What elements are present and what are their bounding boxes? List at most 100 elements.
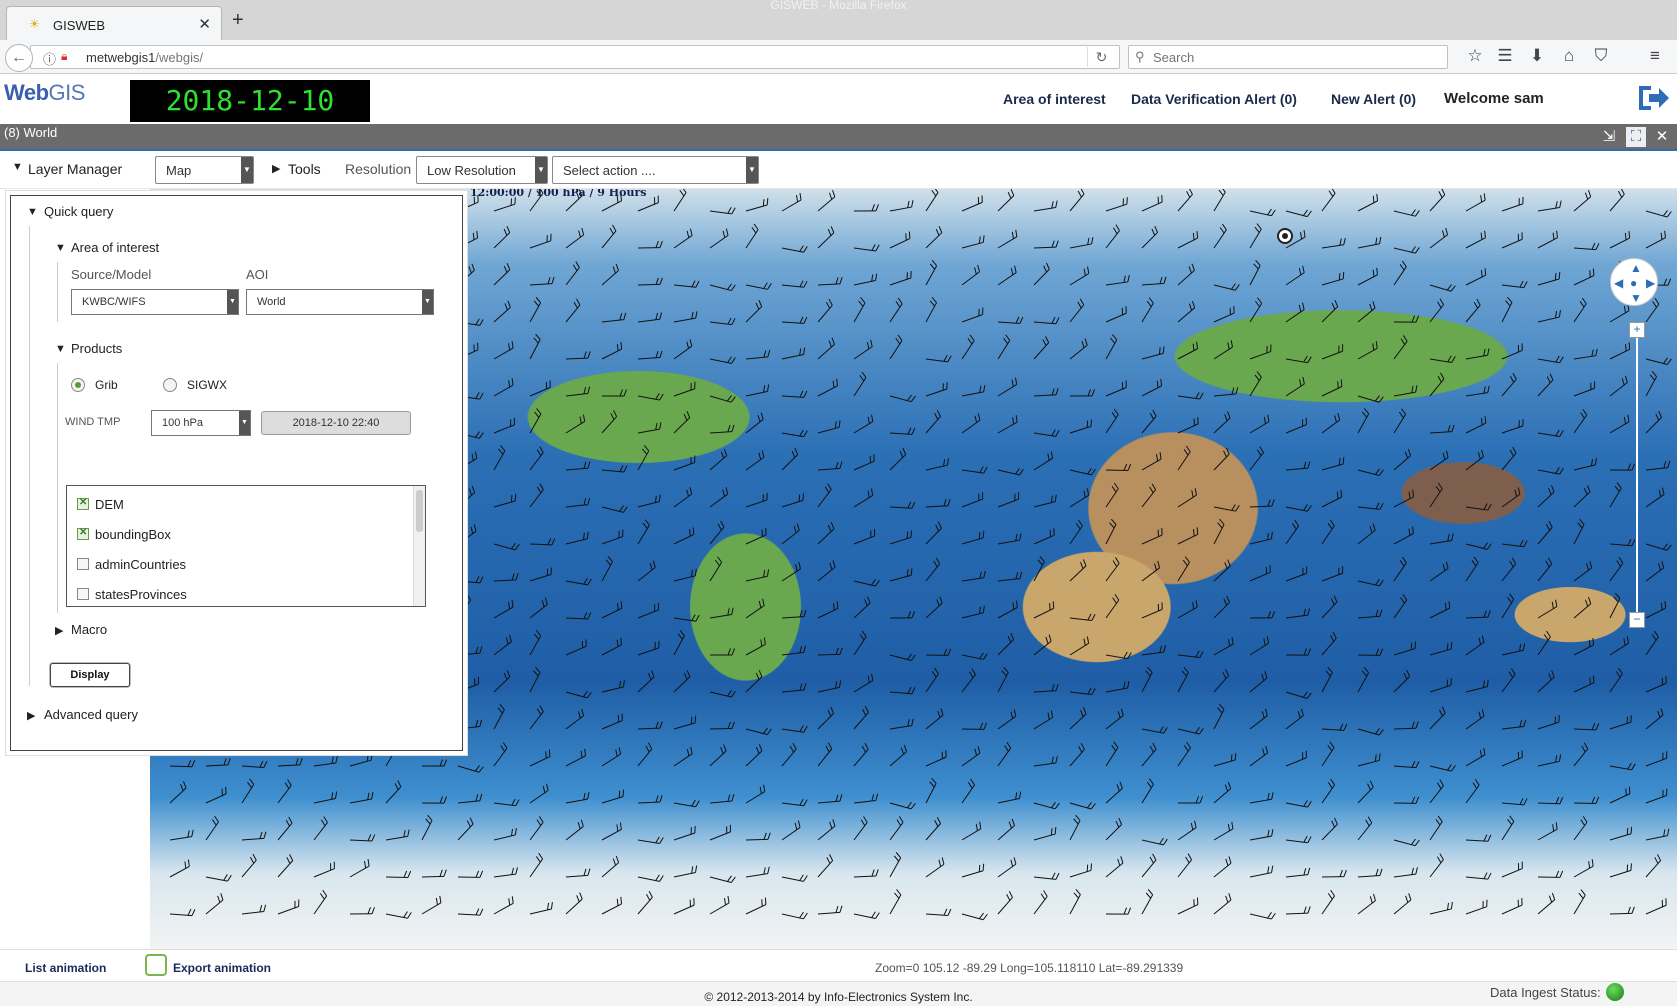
back-button[interactable]: ← [5,44,33,72]
collapse-triangle-icon[interactable]: ▼ [12,161,23,173]
wind-barb [1393,893,1412,915]
wind-barb [1393,796,1420,804]
url-bar[interactable]: ⓘ 🔒︎ metwebgis1/webgis/ ↻ [30,45,1120,69]
list-animation-link[interactable]: List animation [25,961,106,975]
pan-right-icon[interactable]: ▶ [1646,276,1655,290]
layer-checkbox[interactable] [77,588,89,600]
wind-barb [673,189,687,212]
zoom-in-icon[interactable]: + [1629,322,1645,338]
wind-barb [781,911,808,920]
reload-icon[interactable]: ↻ [1087,47,1115,67]
reading-list-icon[interactable]: ☰ [1494,46,1516,66]
display-button[interactable]: Display [50,663,130,687]
layer-checkbox[interactable] [77,497,89,510]
close-tab-icon[interactable]: ✕ [198,15,211,33]
wind-barb [1249,636,1270,656]
expand-triangle-icon[interactable]: ▶ [27,709,35,722]
nav-new-alert[interactable]: New Alert (0) [1331,91,1416,107]
resolution-label: Resolution [345,161,412,177]
resolution-select[interactable]: Low Resolution ▼ [416,156,548,184]
browser-tab[interactable]: ☀ GISWEB ✕ [6,6,222,42]
area-of-interest-header[interactable]: Area of interest [71,240,159,255]
map-type-select[interactable]: Map ▼ [155,156,254,184]
wind-barb [1321,869,1347,878]
minimize-window-icon[interactable]: ⇲ [1599,127,1619,147]
wind-barb [1177,650,1204,659]
pan-up-icon[interactable]: ▲ [1630,261,1642,275]
wind-barb [1429,533,1454,545]
layer-checkbox[interactable] [77,558,89,570]
layer-name: DEM [95,497,124,512]
aoi-select[interactable]: World ▼ [246,289,434,315]
quick-query-header[interactable]: Quick query [44,204,113,219]
wind-barb [1465,385,1490,397]
wind-barb [1069,707,1087,730]
tools-toggle[interactable]: Tools [288,161,321,177]
action-select[interactable]: Select action .... ▼ [552,156,759,184]
expand-triangle-icon[interactable]: ▶ [55,624,63,637]
wind-barb [925,226,943,249]
grib-radio-label[interactable]: Grib [95,378,118,392]
zoom-track[interactable] [1636,334,1638,624]
layer-checkbox[interactable] [77,527,89,540]
zoom-out-icon[interactable]: − [1629,612,1645,628]
collapse-triangle-icon[interactable]: ▼ [27,206,38,218]
wind-barb [241,760,268,769]
products-header[interactable]: Products [71,341,122,356]
wind-barb [745,637,766,656]
wind-barb [853,673,874,693]
insecure-lock-icon[interactable]: 🔒︎ [61,49,67,64]
sigwx-radio-label[interactable]: SIGWX [187,378,227,392]
info-icon[interactable]: ⓘ [43,49,56,68]
wind-barb [709,607,734,619]
export-animation-link[interactable]: Export animation [173,961,271,975]
macro-header[interactable]: Macro [71,622,107,637]
wind-barb [313,756,338,767]
collapse-triangle-icon[interactable]: ▼ [55,242,66,254]
advanced-query-header[interactable]: Advanced query [44,707,138,722]
scrollbar-thumb[interactable] [416,490,423,532]
forecast-datetime[interactable]: 2018-12-10 22:40 [261,411,411,435]
wind-barb [1429,355,1456,363]
map-location-marker[interactable] [1277,228,1293,244]
wind-barb [1321,889,1335,915]
wind-barb [1393,593,1408,619]
wind-barb [1177,727,1204,735]
pan-left-icon[interactable]: ◀ [1614,276,1623,290]
export-icon[interactable] [145,954,167,976]
maximize-window-icon[interactable]: ⛶ [1626,127,1646,147]
layer-list-scrollbar[interactable] [413,486,425,606]
pan-control[interactable]: ▲ ▼ ◀ ▶ ● [1610,258,1658,306]
search-input[interactable] [1153,48,1433,66]
wind-barb [673,568,697,582]
pan-center-icon[interactable]: ● [1630,276,1637,290]
search-bar[interactable]: ⚲ [1128,45,1448,69]
wind-barb [1429,901,1453,915]
url-text[interactable]: metwebgis1/webgis/ [86,50,203,65]
home-icon[interactable]: ⌂ [1558,46,1580,66]
download-icon[interactable]: ⬇ [1526,46,1548,66]
wind-barb [817,226,835,249]
pocket-icon[interactable]: ⛉ [1590,46,1612,66]
close-window-icon[interactable]: ✕ [1652,127,1672,147]
nav-data-verification-alert[interactable]: Data Verification Alert (0) [1131,91,1297,107]
wind-barb [1429,779,1444,804]
layer-manager-toggle[interactable]: Layer Manager [28,161,122,177]
new-tab-icon[interactable]: + [232,9,244,32]
sigwx-radio[interactable] [163,378,177,392]
grib-radio[interactable] [71,378,85,392]
logout-icon[interactable] [1635,80,1671,116]
wind-barb [1033,240,1059,249]
pan-down-icon[interactable]: ▼ [1630,291,1642,305]
source-model-select[interactable]: KWBC/WIFS ▼ [71,289,239,315]
bookmark-star-icon[interactable]: ☆ [1464,46,1486,66]
collapse-triangle-icon[interactable]: ▼ [55,343,66,355]
menu-icon[interactable]: ≡ [1644,46,1666,66]
level-select[interactable]: 100 hPa ▼ [151,410,251,436]
wind-barb [493,573,519,582]
wind-barb [1537,373,1554,397]
wind-barb [313,791,338,804]
expand-triangle-icon[interactable]: ▶ [272,162,280,175]
zoom-slider[interactable]: + − [1629,322,1645,632]
nav-area-of-interest[interactable]: Area of interest [1003,91,1106,107]
